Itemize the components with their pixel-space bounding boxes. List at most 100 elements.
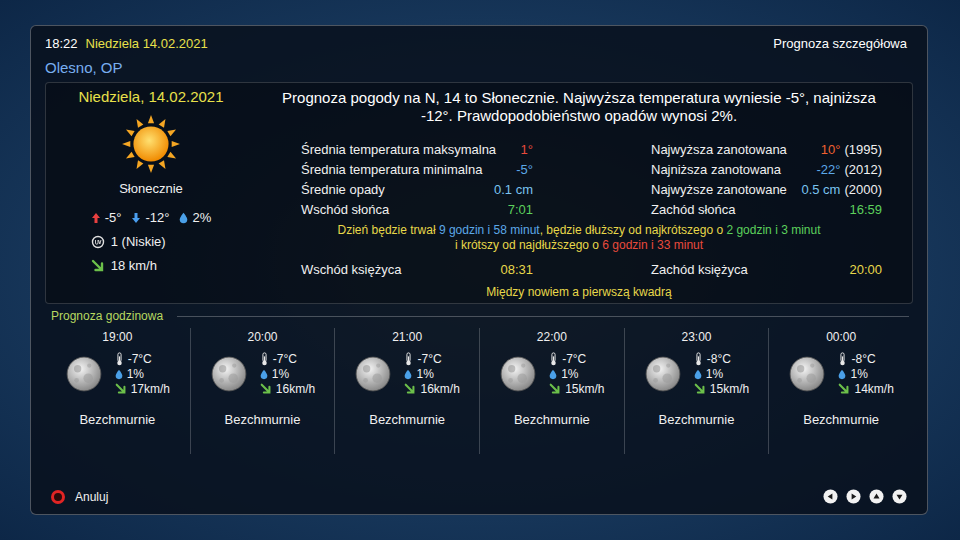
stat-value: -5° (516, 162, 533, 177)
stat-label: Średnia temperatura minimalna (301, 162, 482, 177)
drop-icon (260, 369, 268, 380)
hour-wind: 15km/h (565, 382, 604, 396)
hour-wind-row: 15km/h (549, 382, 604, 396)
hour-precip: 1% (850, 367, 867, 381)
day-length: Dzień będzie trwał 9 godzin i 58 minut, … (256, 223, 902, 253)
hour-body: -7°C1%16km/h (354, 352, 459, 396)
hour-temp-row: -7°C (404, 352, 459, 366)
hour-body: -7°C1%16km/h (210, 352, 315, 396)
moon-icon (210, 355, 248, 393)
hour-precip: 1% (127, 367, 144, 381)
stat-value: 10°(1995) (821, 142, 882, 157)
up-icon[interactable] (869, 489, 884, 504)
drop-icon (179, 212, 188, 224)
stat-value: 0.1 cm (494, 182, 533, 197)
hour-temp-row: -8°C (838, 352, 893, 366)
wind-arrow-icon (694, 383, 706, 395)
stat-note: (2000) (844, 182, 882, 197)
forecast-summary: Prognoza pogody na N, 14 to Słonecznie. … (256, 89, 902, 125)
hour-details: -8°C1%14km/h (838, 352, 893, 396)
moonset: Zachód księżyca 20:00 (651, 259, 882, 279)
hour-temp: -8°C (707, 352, 731, 366)
hour-temp-row: -8°C (694, 352, 749, 366)
hour-condition: Bezchmurnie (79, 412, 155, 427)
moon-row: Wschód księżyca08:31 Zachód księżyca 20:00 (256, 259, 902, 279)
hour-details: -8°C1%15km/h (694, 352, 749, 396)
stat-value: 7:01 (508, 202, 533, 217)
hour-time: 23:00 (681, 330, 711, 344)
stat-value: 0.5 cm(2000) (801, 182, 882, 197)
weather-screen: 18:22Niedziela 14.02.2021Prognoza szczeg… (0, 0, 960, 540)
thermometer-icon (838, 352, 847, 366)
header-date: Niedziela 14.02.2021 (86, 36, 208, 51)
thermometer-icon (694, 352, 703, 366)
day-length-part: Dzień będzie trwał (338, 223, 439, 237)
stat-value: 16:59 (849, 202, 882, 217)
cancel-button[interactable]: Anuluj (51, 490, 108, 504)
hour-precip-row: 1% (115, 367, 170, 381)
stat-label: Najwyższa zanotowana (651, 142, 787, 157)
hour-time: 20:00 (247, 330, 277, 344)
moon-icon (65, 355, 103, 393)
stat-label: Wschód słońca (301, 202, 389, 217)
hour-precip-row: 1% (260, 367, 315, 381)
stat-note: (2012) (844, 162, 882, 177)
today-date: Niedziela, 14.02.2021 (78, 88, 223, 105)
down-icon[interactable] (892, 489, 907, 504)
left-icon[interactable] (823, 489, 838, 504)
hour-temp-row: -7°C (115, 352, 170, 366)
moonset-label: Zachód księżyca (651, 262, 748, 277)
hour-precip-row: 1% (404, 367, 459, 381)
hour-details: -7°C1%16km/h (404, 352, 459, 396)
forecast-window: 18:22Niedziela 14.02.2021Prognoza szczeg… (30, 25, 928, 515)
stat-label: Najwyższe zanotowane (651, 182, 787, 197)
clock: 18:22 (45, 36, 78, 51)
hour-temp: -7°C (417, 352, 441, 366)
drop-icon (838, 369, 846, 380)
hour-temp: -8°C (851, 352, 875, 366)
wind-arrow-icon (260, 383, 272, 395)
drop-icon (549, 369, 557, 380)
moonrise: Wschód księżyca08:31 (301, 259, 533, 279)
footer: Anuluj (45, 489, 913, 506)
down-arrow-icon (131, 212, 141, 224)
hour-precip: 1% (561, 367, 578, 381)
stat-label: Zachód słońca (651, 202, 736, 217)
stat-value: -22°(2012) (816, 162, 882, 177)
right-icon[interactable] (846, 489, 861, 504)
stat-label: Średnie opady (301, 182, 385, 197)
hour-time: 21:00 (392, 330, 422, 344)
stat-row: Najniższa zanotowana-22°(2012) (651, 159, 882, 179)
stat-row: Średnia temperatura maksymalna1° (301, 139, 533, 159)
hour-wind-row: 15km/h (694, 382, 749, 396)
uv-row: 1 (Niskie) (91, 234, 166, 249)
hour-card: 23:00-8°C1%15km/hBezchmurnie (624, 328, 769, 454)
precip-chance: 2% (192, 210, 211, 225)
stat-row: Najwyższa zanotowana 10°(1995) (651, 139, 882, 159)
wind-arrow-icon (549, 383, 561, 395)
hour-wind-row: 16km/h (260, 382, 315, 396)
hour-temp: -7°C (128, 352, 152, 366)
hour-wind: 14km/h (854, 382, 893, 396)
hour-details: -7°C1%15km/h (549, 352, 604, 396)
hour-card: 22:00-7°C1%15km/hBezchmurnie (479, 328, 624, 454)
stat-value: 1° (521, 142, 533, 157)
stat-note: (1995) (844, 142, 882, 157)
hour-condition: Bezchmurnie (514, 412, 590, 427)
drop-icon (404, 369, 412, 380)
high-temp: -5° (105, 210, 122, 225)
stats-grid: Średnia temperatura maksymalna1° Średnia … (256, 139, 902, 219)
hour-precip: 1% (706, 367, 723, 381)
hour-wind: 16km/h (420, 382, 459, 396)
moonset-time: 20:00 (849, 262, 882, 277)
stat-row: Najwyższe zanotowane 0.5 cm(2000) (651, 179, 882, 199)
moonrise-time: 08:31 (500, 262, 533, 277)
day-length-part: , będzie dłuższy od najkrótszego o (540, 223, 727, 237)
nav-keys (823, 489, 907, 504)
hour-wind-row: 16km/h (404, 382, 459, 396)
hour-wind-row: 14km/h (838, 382, 893, 396)
hour-card: 00:00-8°C1%14km/hBezchmurnie (768, 328, 913, 454)
drop-icon (694, 369, 702, 380)
up-arrow-icon (91, 212, 101, 224)
location: Olesno, OP (45, 58, 913, 78)
